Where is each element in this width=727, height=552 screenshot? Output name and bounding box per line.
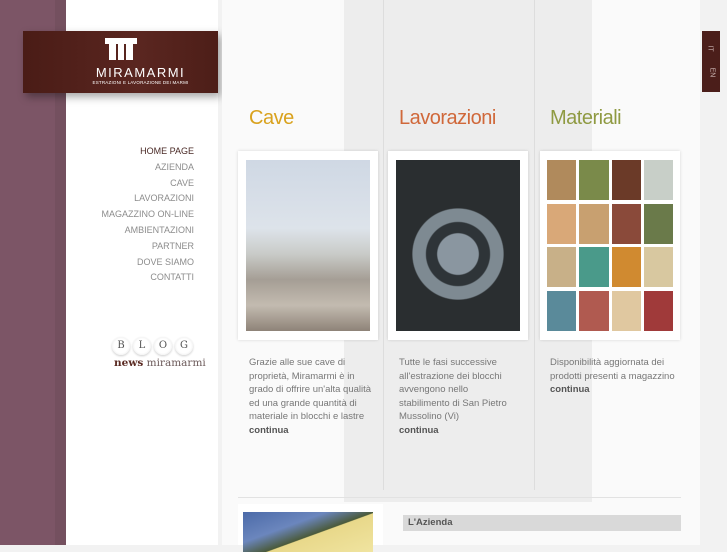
divider [238, 497, 681, 498]
marble-swatch [547, 160, 577, 200]
nav-lavorazioni[interactable]: LAVORAZIONI [66, 193, 194, 209]
machinery-image [396, 160, 520, 331]
lavorazioni-image-card[interactable] [388, 151, 528, 340]
blog-link[interactable]: BLOG [112, 335, 200, 355]
materiali-text: Disponibilità aggiornata dei prodotti pr… [550, 356, 684, 397]
marble-swatch [579, 247, 609, 287]
marble-swatch [611, 247, 641, 287]
logo[interactable]: MIRAMARMI ESTRAZIONI E LAVORAZIONE DEI M… [23, 31, 218, 93]
nav-partner[interactable]: PARTNER [66, 241, 194, 257]
marble-swatch [579, 203, 609, 244]
main-nav: HOME PAGE AZIENDA CAVE LAVORAZIONI MAGAZ… [66, 146, 194, 288]
section-title-lavorazioni[interactable]: Lavorazioni [399, 107, 496, 130]
lavorazioni-text: Tutte le fasi successive all'estrazione … [399, 356, 517, 437]
lang-it[interactable]: IT [707, 45, 714, 51]
news-label: news [114, 357, 144, 369]
marble-swatch [579, 160, 609, 200]
marble-swatch [579, 290, 609, 331]
cave-image-card[interactable] [238, 151, 378, 340]
nav-cave[interactable]: CAVE [66, 178, 194, 194]
marble-swatch [547, 290, 577, 331]
marble-swatch [643, 203, 673, 244]
column-divider [383, 0, 384, 490]
marble-swatch [643, 290, 673, 331]
marble-swatch [611, 290, 641, 331]
nav-home[interactable]: HOME PAGE [66, 146, 194, 162]
nav-magazzino[interactable]: MAGAZZINO ON-LINE [66, 209, 194, 225]
marble-swatch [643, 247, 673, 287]
lavorazioni-description: Tutte le fasi successive all'estrazione … [399, 357, 507, 422]
cave-continua-link[interactable]: continua [249, 424, 381, 438]
marble-swatch [643, 160, 673, 200]
azienda-image[interactable] [238, 504, 383, 552]
cave-description: Grazie alle sue cave di proprietà, Miram… [249, 357, 372, 422]
blog-letter: O [154, 337, 172, 355]
materiali-image-card[interactable] [540, 151, 680, 340]
blog-letter: B [112, 337, 130, 355]
cave-text: Grazie alle sue cave di proprietà, Miram… [249, 356, 381, 437]
blog-letter: L [133, 337, 151, 355]
lavorazioni-continua-link[interactable]: continua [399, 424, 517, 438]
column-divider [534, 0, 535, 490]
logo-tagline: ESTRAZIONI E LAVORAZIONE DEI MARMI [92, 80, 189, 85]
marble-swatches [547, 160, 673, 331]
news-link[interactable]: news miramarmi [114, 357, 206, 369]
section-title-cave[interactable]: Cave [249, 107, 294, 130]
marble-swatch [547, 203, 577, 244]
marble-swatch [611, 160, 641, 200]
blog-letter: G [175, 337, 193, 355]
nav-dove-siamo[interactable]: DOVE SIAMO [66, 257, 194, 273]
lang-en[interactable]: EN [708, 68, 715, 78]
news-brand: miramarmi [146, 357, 206, 369]
marble-swatch [611, 203, 641, 244]
marble-swatch [547, 247, 577, 287]
materiali-description: Disponibilità aggiornata dei prodotti pr… [550, 357, 675, 382]
nav-azienda[interactable]: AZIENDA [66, 162, 194, 178]
nav-contatti[interactable]: CONTATTI [66, 272, 194, 288]
language-switcher: IT EN [702, 31, 720, 92]
section-title-materiali[interactable]: Materiali [550, 107, 622, 130]
nav-ambientazioni[interactable]: AMBIENTAZIONI [66, 225, 194, 241]
quarry-image [246, 160, 370, 331]
logo-name: MIRAMARMI [95, 65, 186, 80]
azienda-heading: L'Azienda [403, 515, 681, 531]
materiali-continua-link[interactable]: continua [550, 383, 684, 397]
logo-mark-icon [105, 38, 137, 60]
